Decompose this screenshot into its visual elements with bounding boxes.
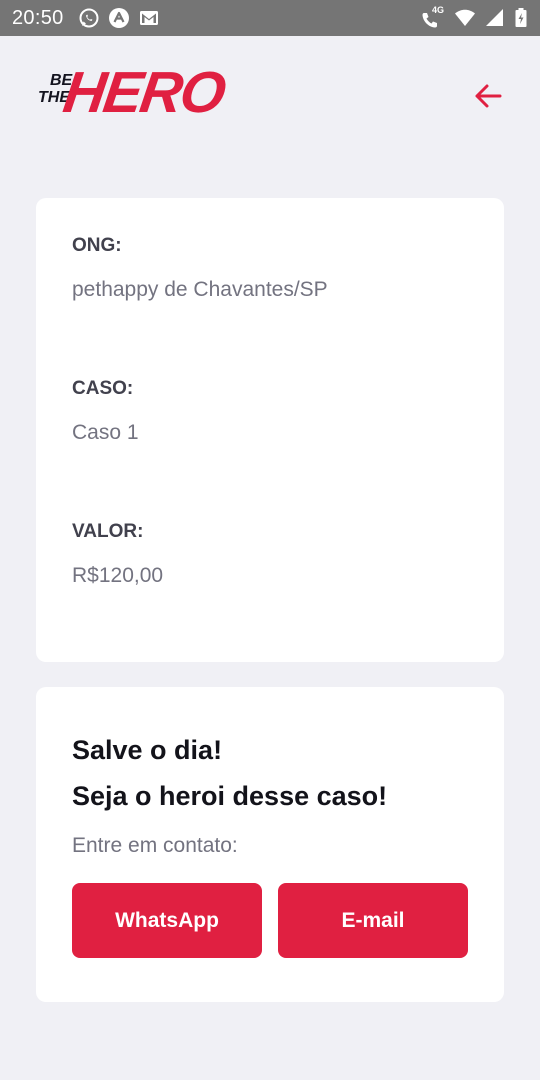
valor-label: VALOR:	[72, 521, 144, 542]
incident-card: ONG: pethappy de Chavantes/SP CASO: Caso…	[36, 198, 504, 662]
caso-label: CASO:	[72, 378, 134, 399]
ong-property: ONG: pethappy de Chavantes/SP	[72, 234, 468, 377]
status-time: 20:50	[12, 6, 64, 29]
contact-card: Salve o dia! Seja o heroi desse caso! En…	[36, 687, 504, 1002]
system-icons: 4G	[420, 5, 528, 29]
valor-value: R$120,00	[72, 564, 164, 587]
whatsapp-icon	[78, 7, 100, 29]
call-4g-icon: 4G	[420, 5, 446, 29]
status-bar: 20:50 4G	[0, 0, 540, 36]
app-notification-icon	[108, 7, 130, 29]
battery-charging-icon	[514, 7, 528, 29]
header: BE THE HERO	[36, 60, 504, 132]
whatsapp-button[interactable]: WhatsApp	[72, 883, 262, 958]
logo-hero-text: HERO	[59, 60, 229, 125]
ong-label: ONG:	[72, 235, 122, 256]
email-button[interactable]: E-mail	[278, 883, 468, 958]
gmail-icon	[138, 7, 160, 29]
ong-value: pethappy de Chavantes/SP	[72, 278, 328, 301]
contact-actions: WhatsApp E-mail	[72, 883, 468, 958]
signal-icon	[484, 7, 506, 29]
arrow-left-icon	[472, 80, 504, 112]
wifi-icon	[454, 7, 476, 29]
notification-icons	[78, 7, 160, 29]
back-button[interactable]	[466, 74, 510, 118]
network-type-label: 4G	[432, 5, 445, 15]
caso-value: Caso 1	[72, 421, 139, 444]
hero-title-line2: Seja o heroi desse caso!	[72, 781, 388, 811]
caso-property: CASO: Caso 1	[72, 377, 468, 520]
hero-title-line1: Salve o dia!	[72, 735, 223, 765]
contact-description: Entre em contato:	[72, 834, 238, 857]
valor-property: VALOR: R$120,00	[72, 520, 468, 663]
be-the-hero-logo: BE THE HERO	[36, 60, 228, 132]
